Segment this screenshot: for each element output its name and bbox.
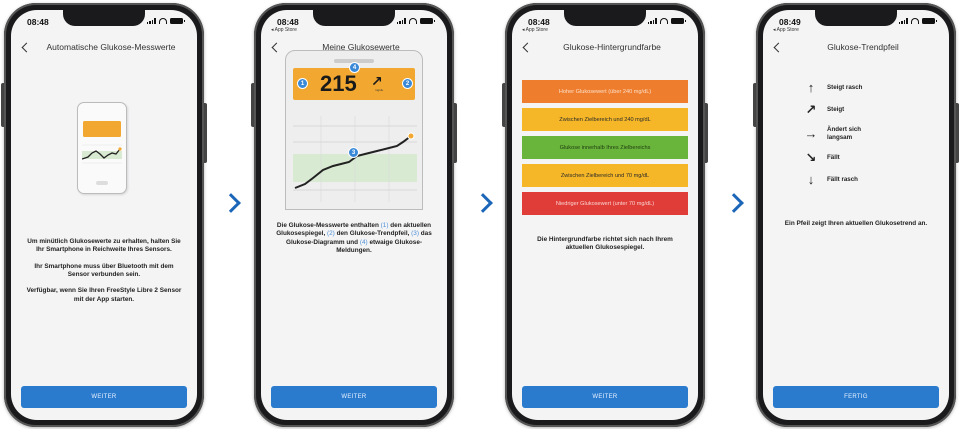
status-icons bbox=[146, 18, 185, 24]
screen-1: 08:48 Automatische Glukose-Messwerte Um … bbox=[11, 10, 197, 420]
signal-icon bbox=[647, 18, 657, 24]
weiter-button[interactable]: WEITER bbox=[522, 386, 688, 408]
arrow-label: Steigt bbox=[827, 106, 845, 114]
chevron-right-icon bbox=[221, 193, 241, 213]
nav-bar: Glukose-Trendpfeil bbox=[763, 38, 949, 62]
wifi-icon bbox=[911, 18, 919, 24]
description: Um minütlich Glukosewerte zu erhalten, h… bbox=[23, 238, 185, 312]
status-time: 08:49 bbox=[779, 17, 801, 27]
mini-graph bbox=[82, 144, 122, 164]
notch bbox=[313, 10, 395, 26]
trend-up-right-icon: ↗ bbox=[371, 73, 383, 89]
arrow-label: Fällt bbox=[827, 153, 840, 161]
status-time: 08:48 bbox=[277, 17, 299, 27]
back-to-app-store[interactable]: ◂ App Store bbox=[522, 27, 548, 33]
status-icons bbox=[647, 18, 686, 24]
wifi-icon bbox=[409, 18, 417, 24]
band-below-target: Zwischen Zielbereich und 70 mg/dL bbox=[522, 164, 688, 187]
desc-text: den Glukose-Trendpfeil, bbox=[336, 230, 410, 238]
status-time: 08:48 bbox=[27, 17, 49, 27]
weiter-button[interactable]: WEITER bbox=[21, 386, 187, 408]
arrow-row: ↑ Steigt rasch bbox=[803, 80, 923, 95]
arrow-down-icon: ↓ bbox=[807, 171, 815, 187]
chevron-right-icon bbox=[473, 193, 493, 213]
description: Die Hintergrundfarbe richtet sich nach I… bbox=[537, 236, 673, 252]
battery-icon bbox=[922, 18, 937, 24]
page-title: Glukose-Trendpfeil bbox=[827, 42, 899, 52]
arrow-row: ↘ Fällt bbox=[803, 149, 923, 165]
arrow-label: Fällt rasch bbox=[827, 175, 858, 183]
glucose-value: 215 bbox=[320, 71, 357, 96]
page-title: Glukose-Hintergrundfarbe bbox=[563, 42, 661, 52]
desc-text: Die Glukose-Messwerte enthalten bbox=[276, 222, 379, 229]
trend-arrow-list: ↑ Steigt rasch ↗ Steigt → Ändert sich la… bbox=[803, 80, 923, 196]
screen-3: 08:48 ◂ App Store Glukose-Hintergrundfar… bbox=[512, 10, 698, 420]
band-in-target: Glukose innerhalb Ihres Zielbereichs bbox=[522, 136, 688, 159]
notch bbox=[63, 10, 145, 26]
back-to-app-store[interactable]: ◂ App Store bbox=[773, 27, 799, 33]
fertig-button[interactable]: FERTIG bbox=[773, 386, 939, 408]
marker-3: 3 bbox=[348, 147, 359, 158]
marker-1: 1 bbox=[297, 78, 308, 89]
description-paragraph: Verfügbar, wenn Sie Ihren FreeStyle Libr… bbox=[26, 287, 182, 303]
back-chevron-icon[interactable] bbox=[21, 42, 32, 53]
ref-1: (1) bbox=[380, 222, 389, 229]
arrow-up-icon: ↑ bbox=[807, 80, 815, 95]
page-title: Automatische Glukose-Messwerte bbox=[46, 42, 176, 52]
status-icons bbox=[898, 18, 937, 24]
color-band-list: Hoher Glukosewert (über 240 mg/dL) Zwisc… bbox=[522, 80, 688, 220]
sensor-shape bbox=[96, 181, 108, 185]
arrow-row: ↓ Fällt rasch bbox=[803, 171, 923, 187]
marker-4: 4 bbox=[349, 62, 360, 73]
ref-2: (2) bbox=[327, 230, 335, 238]
battery-icon bbox=[170, 18, 185, 24]
reading-header-shape bbox=[83, 121, 121, 137]
notch bbox=[564, 10, 646, 26]
arrow-label: Ändert sich langsam bbox=[827, 126, 862, 141]
wifi-icon bbox=[660, 18, 668, 24]
description: Ein Pfeil zeigt Ihren aktuellen Glukoset… bbox=[784, 220, 928, 227]
phone-illustration bbox=[77, 102, 127, 194]
signal-icon bbox=[146, 18, 156, 24]
arrow-up-right-icon: ↗ bbox=[805, 102, 817, 117]
description-paragraph: Ihr Smartphone muss über Bluetooth mit d… bbox=[34, 262, 174, 278]
phone-frame-3: 08:48 ◂ App Store Glukose-Hintergrundfar… bbox=[502, 3, 708, 427]
nav-bar: Automatische Glukose-Messwerte bbox=[11, 38, 197, 62]
band-low: Niedriger Glukosewert (unter 70 mg/dL) bbox=[522, 192, 688, 215]
battery-icon bbox=[420, 18, 435, 24]
notch bbox=[815, 10, 897, 26]
arrow-row: → Ändert sich langsam bbox=[803, 126, 923, 142]
signal-icon bbox=[898, 18, 908, 24]
screen-2: 08:48 ◂ App Store Meine Glukosewerte 215… bbox=[261, 10, 447, 420]
glucose-screen-illustration: 215 ↗ mg/dL 4 1 2 3 bbox=[285, 50, 423, 210]
description: Die Glukose-Messwerte enthalten (1) den … bbox=[273, 222, 435, 255]
status-icons bbox=[396, 18, 435, 24]
arrow-row: ↗ Steigt bbox=[803, 102, 923, 117]
phone-frame-1: 08:48 Automatische Glukose-Messwerte Um … bbox=[1, 3, 207, 427]
phone-frame-4: 08:49 ◂ App Store Glukose-Trendpfeil ↑ S… bbox=[753, 3, 959, 427]
nav-bar: Glukose-Hintergrundfarbe bbox=[512, 38, 698, 62]
marker-2: 2 bbox=[402, 78, 413, 89]
signal-icon bbox=[396, 18, 406, 24]
arrow-down-right-icon: ↘ bbox=[805, 149, 817, 165]
weiter-button[interactable]: WEITER bbox=[271, 386, 437, 408]
wifi-icon bbox=[159, 18, 167, 24]
screen-4: 08:49 ◂ App Store Glukose-Trendpfeil ↑ S… bbox=[763, 10, 949, 420]
description-paragraph: Um minütlich Glukosewerte zu erhalten, h… bbox=[27, 238, 181, 254]
band-high: Hoher Glukosewert (über 240 mg/dL) bbox=[522, 80, 688, 103]
battery-icon bbox=[671, 18, 686, 24]
chevron-right-icon bbox=[724, 193, 744, 213]
back-chevron-icon[interactable] bbox=[522, 42, 533, 53]
phone-frame-2: 08:48 ◂ App Store Meine Glukosewerte 215… bbox=[251, 3, 457, 427]
band-above-target: Zwischen Zielbereich und 240 mg/dL bbox=[522, 108, 688, 131]
arrow-right-icon: → bbox=[804, 125, 818, 141]
ref-3: (3) bbox=[411, 230, 419, 238]
ref-4: (4) bbox=[359, 238, 368, 246]
glucose-unit: mg/dL bbox=[375, 88, 384, 92]
back-chevron-icon[interactable] bbox=[271, 42, 282, 53]
back-to-app-store[interactable]: ◂ App Store bbox=[271, 27, 297, 33]
status-time: 08:48 bbox=[528, 17, 550, 27]
arrow-label: Steigt rasch bbox=[827, 84, 863, 92]
back-chevron-icon[interactable] bbox=[773, 42, 784, 53]
